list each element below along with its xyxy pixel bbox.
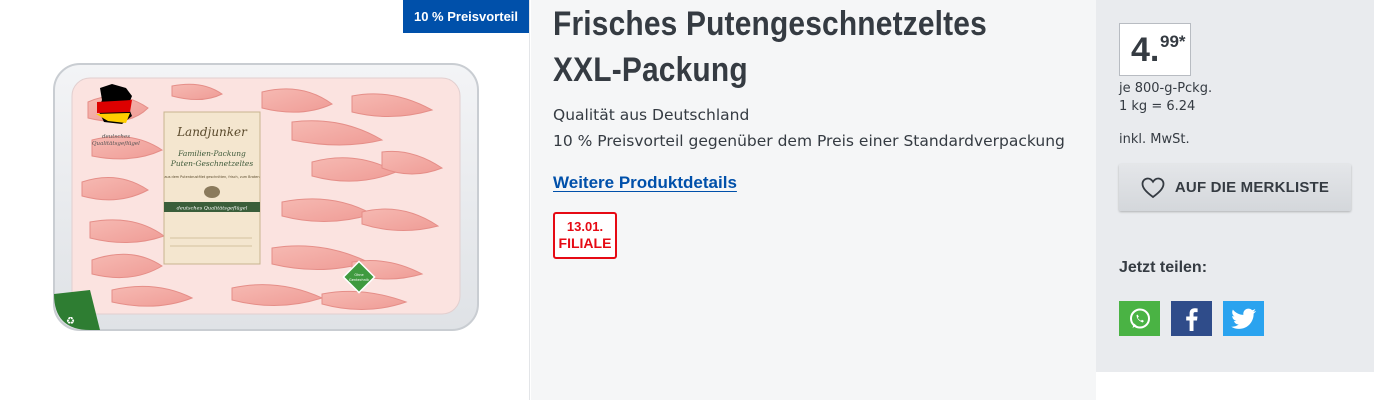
unit-info: je 800-g-Pckg. 1 kg = 6.24 [1119,80,1212,116]
share-icons [1119,301,1264,336]
price-main: 4. [1131,31,1160,69]
product-info: Frisches Putengeschnetzeltes XXL-Packung… [531,0,1096,400]
flag-caption-2: Qualitätsgeflügel [92,141,140,147]
product-description: Qualität aus Deutschland 10 % Preisvorte… [553,102,1096,154]
share-facebook-button[interactable] [1171,301,1212,336]
pack-line-2: Puten-Geschnetzeltes [170,159,254,168]
promo-badge: 10 % Preisvorteil [403,0,529,33]
share-twitter-button[interactable] [1223,301,1264,336]
product-image-panel[interactable]: 10 % Preisvorteil Landjunker Familien-Pa… [0,0,530,400]
heart-icon [1141,177,1165,198]
pack-brand: Landjunker [176,125,248,139]
svg-text:♻: ♻ [66,316,75,327]
turkey-illustration [204,186,220,198]
pack-small-text: aus dem Putenbrustfilet geschnitten, fri… [164,175,259,179]
wishlist-label: AUF DIE MERKLISTE [1174,179,1330,196]
product-details-link[interactable]: Weitere Produktdetails [553,173,737,193]
availability-label: FILIALE [558,235,612,251]
availability-badge: 13.01. FILIALE [553,212,617,259]
unit-pack: je 800-g-Pckg. [1119,81,1213,96]
price-box: 4. 99* [1119,23,1191,76]
seal-text-2: Gentechnik [349,278,370,282]
tax-info: inkl. MwSt. [1119,132,1190,147]
pack-line-1: Familien-Packung [177,149,246,158]
flag-caption-1: deutsches [102,134,130,140]
unit-price-per-kg: 1 kg = 6.24 [1119,99,1196,114]
whatsapp-icon [1129,308,1150,328]
description-line-1: Qualität aus Deutschland [553,106,750,124]
price-cents: 99* [1160,32,1186,51]
add-to-wishlist-button[interactable]: AUF DIE MERKLISTE [1119,164,1351,211]
availability-date: 13.01. [566,219,604,234]
pack-band: deutsches Qualitätsgeflügel [177,206,248,212]
price-panel: 4. 99* je 800-g-Pckg. 1 kg = 6.24 inkl. … [1096,0,1374,372]
twitter-icon [1230,308,1256,329]
facebook-icon [1185,307,1198,331]
share-whatsapp-button[interactable] [1119,301,1160,336]
description-line-2: 10 % Preisvorteil gegenüber dem Preis ei… [553,132,1065,150]
product-image: Landjunker Familien-Packung Puten-Geschn… [53,63,479,331]
product-title: Frisches Putengeschnetzeltes XXL-Packung [553,5,987,89]
share-label: Jetzt teilen: [1119,259,1208,276]
seal-text-1: Ohne [354,273,363,277]
